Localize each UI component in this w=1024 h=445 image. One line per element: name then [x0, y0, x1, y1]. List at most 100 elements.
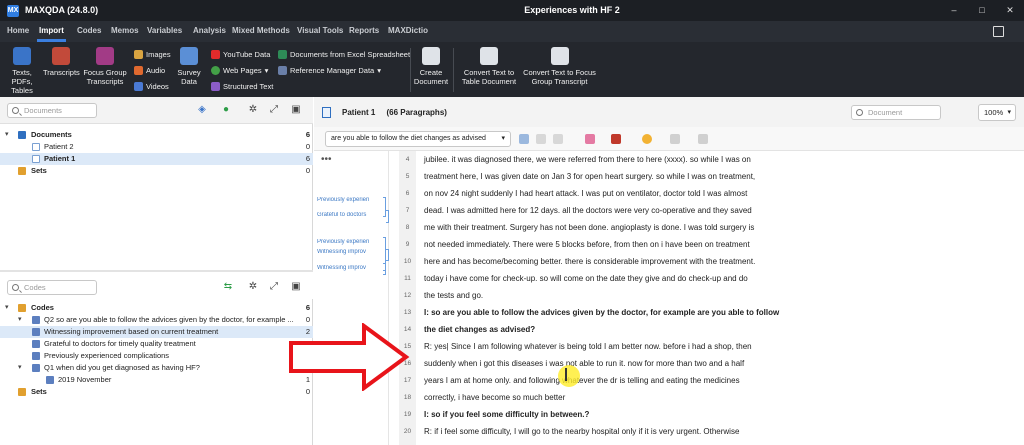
paragraph-text[interactable]: suddenly when i got this diseases i was … — [424, 359, 904, 368]
tab-codes[interactable]: Codes — [77, 26, 101, 35]
tree-item-code-2019-november[interactable]: 2019 November 1 — [0, 374, 313, 386]
new-code-icon[interactable]: ⇆ — [222, 281, 234, 293]
code-retrieval-dropdown[interactable]: are you able to follow the diet changes … — [325, 131, 511, 147]
tab-reports[interactable]: Reports — [349, 26, 379, 35]
tree-item-code-witnessing[interactable]: Witnessing improvement based on current … — [0, 326, 313, 338]
import-survey-button[interactable]: Survey Data — [175, 47, 203, 86]
paragraph-text[interactable]: on nov 24 night suddenly I had heart att… — [424, 189, 904, 198]
tab-home[interactable]: Home — [7, 26, 29, 35]
import-videos-button[interactable]: Videos — [134, 82, 169, 91]
import-structured-text-button[interactable]: Structured Text — [211, 82, 273, 91]
interviewer-question[interactable]: I: so if you feel some difficulty in bet… — [424, 410, 904, 419]
print-icon[interactable] — [698, 134, 708, 144]
import-youtube-button[interactable]: YouTube Data — [211, 50, 270, 59]
pen-icon[interactable] — [611, 134, 621, 144]
chevron-down-icon[interactable]: ▾ — [18, 362, 22, 374]
tree-item-count: 0 — [305, 142, 310, 151]
import-reference-label: Reference Manager Data — [290, 66, 375, 75]
code-stripe-label[interactable]: Previously experien — [317, 239, 377, 245]
code-stripe-label[interactable]: Previously experien — [317, 197, 377, 203]
paragraph-text[interactable]: dead. I was admitted here for 12 days. a… — [424, 206, 904, 215]
tree-item-code-complications[interactable]: Previously experienced complications 2 — [0, 350, 313, 362]
code-stripe-bracket[interactable] — [386, 210, 389, 223]
paragraph-text[interactable]: jubilee. it was diagnosed there, we were… — [424, 155, 904, 164]
transcript-icon — [52, 47, 70, 65]
import-web-pages-button[interactable]: Web Pages ▾ — [211, 66, 268, 75]
tree-item-code-grateful[interactable]: Grateful to doctors for timely quality t… — [0, 338, 313, 350]
tree-item-documents[interactable]: ▾ Documents 6 — [0, 129, 313, 141]
import-reference-button[interactable]: Reference Manager Data ▾ — [278, 66, 381, 75]
tab-import[interactable]: Import — [37, 26, 66, 42]
code-stripe-bracket[interactable] — [386, 249, 389, 261]
tab-analysis[interactable]: Analysis — [193, 26, 226, 35]
import-audio-button[interactable]: Audio — [134, 66, 165, 75]
codes-search-input[interactable]: Codes — [7, 280, 97, 295]
paragraph-text[interactable]: correctly, i have become so much better — [424, 393, 904, 402]
tree-item-label: Witnessing improvement based on current … — [44, 327, 219, 336]
tree-item-patient-1[interactable]: Patient 1 6 — [0, 153, 313, 165]
line-number: 8 — [405, 224, 410, 231]
paragraph-text[interactable]: me with their treatment. Surgery has not… — [424, 223, 904, 232]
paragraph-text[interactable]: R: if i feel some difficulty, I will go … — [424, 427, 904, 436]
tab-maxdictio[interactable]: MAXDictio — [388, 26, 428, 35]
tab-memos[interactable]: Memos — [111, 26, 139, 35]
import-images-button[interactable]: Images — [134, 50, 171, 59]
highlight-icon[interactable] — [585, 134, 595, 144]
tree-item-document-sets[interactable]: Sets 0 — [0, 165, 313, 177]
emoticon-icon[interactable] — [642, 134, 652, 144]
paragraph-text[interactable]: treatment here, I was given date on Jan … — [424, 172, 904, 181]
close-panel-icon[interactable]: ▣ — [290, 104, 302, 116]
paragraph-text[interactable]: here and has become/becoming better. the… — [424, 257, 904, 266]
minimize-icon[interactable]: – — [940, 0, 968, 21]
activate-icon[interactable]: ◈ — [196, 104, 208, 116]
add-document-icon[interactable]: ● — [220, 104, 232, 116]
gear-icon[interactable]: ✲ — [247, 281, 259, 293]
convert-table-button[interactable]: Convert Text to Table Document — [458, 47, 520, 86]
tree-item-patient-2[interactable]: Patient 2 0 — [0, 141, 313, 153]
close-icon[interactable]: ✕ — [996, 0, 1024, 21]
close-panel-icon[interactable]: ▣ — [290, 281, 302, 293]
chevron-down-icon[interactable]: ▾ — [18, 314, 22, 326]
memo-icon[interactable] — [670, 134, 680, 144]
paragraph-text[interactable]: today i have come for check-up. so will … — [424, 274, 904, 283]
create-document-button[interactable]: Create Document — [413, 47, 449, 86]
chevron-down-icon[interactable]: ▾ — [5, 129, 9, 141]
more-options-icon[interactable]: ••• — [321, 154, 332, 165]
code-stripe-label[interactable]: Witnessing improv — [317, 265, 377, 271]
chevron-down-icon[interactable]: ▾ — [5, 302, 9, 314]
code-stripe-label[interactable]: Grateful to doctors — [317, 212, 377, 218]
interviewer-question[interactable]: the diet changes as advised? — [424, 325, 904, 334]
paragraph-text[interactable]: R: yes| Since I am following whatever is… — [424, 342, 904, 351]
code-stripe-label[interactable]: Witnessing improv — [317, 249, 377, 255]
expand-icon[interactable]: ⤢ — [268, 281, 280, 293]
paragraph-text[interactable]: the tests and go. — [424, 291, 904, 300]
gear-icon[interactable]: ✲ — [247, 104, 259, 116]
expand-icon[interactable]: ⤢ — [268, 104, 280, 116]
paragraph-text[interactable]: years I am at home only. and following w… — [424, 376, 904, 385]
tree-item-code-sets[interactable]: Sets 0 — [0, 386, 313, 398]
tree-item-code-q1[interactable]: ▾ Q1 when did you get diagnosed as havin… — [0, 362, 313, 374]
panel-toggle-icon[interactable] — [993, 26, 1004, 37]
tab-mixed-methods[interactable]: Mixed Methods — [232, 26, 290, 35]
interviewer-question[interactable]: I: so are you able to follow the advices… — [424, 308, 904, 317]
import-excel-button[interactable]: Documents from Excel Spreadsheet — [278, 50, 410, 59]
document-search-input[interactable]: Document — [851, 105, 941, 120]
documents-search-input[interactable]: Documents — [7, 103, 97, 118]
code-icon[interactable] — [519, 134, 529, 144]
maximize-icon[interactable]: □ — [968, 0, 996, 21]
in-vivo-icon[interactable] — [536, 134, 546, 144]
tree-item-label: Previously experienced complications — [44, 351, 170, 360]
zoom-select[interactable]: 100% ▾ — [978, 104, 1016, 121]
code-stripe-bracket[interactable] — [383, 263, 386, 275]
tree-item-code-q2[interactable]: ▾ Q2 so are you able to follow the advic… — [0, 314, 313, 326]
paragraph-text[interactable]: not needed immediately. There were 5 blo… — [424, 240, 904, 249]
tree-item-codes[interactable]: ▾ Codes 6 — [0, 302, 313, 314]
import-texts-button[interactable]: Texts, PDFs, Tables — [2, 47, 42, 95]
tab-visual-tools[interactable]: Visual Tools — [297, 26, 343, 35]
import-focus-group-button[interactable]: Focus Group Transcripts — [82, 47, 128, 86]
import-transcripts-button[interactable]: Transcripts — [43, 47, 80, 77]
code-favorite-icon[interactable] — [553, 134, 563, 144]
tab-variables[interactable]: Variables — [147, 26, 182, 35]
zoom-value: 100% — [984, 108, 1004, 117]
convert-focus-group-button[interactable]: Convert Text to Focus Group Transcript — [522, 47, 597, 86]
